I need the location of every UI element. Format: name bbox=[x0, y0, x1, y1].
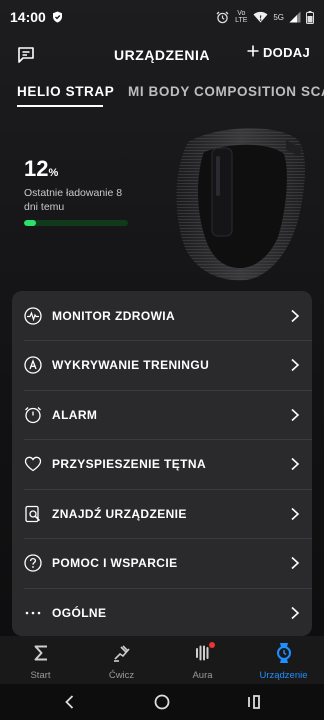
auto-detect-icon bbox=[24, 356, 42, 374]
add-device-button[interactable]: DODAJ bbox=[247, 45, 310, 60]
nav-label: Start bbox=[30, 670, 51, 681]
nav-label: Urządzenie bbox=[259, 670, 308, 681]
menu-item-health-monitor[interactable]: MONITOR ZDROWIA bbox=[12, 291, 312, 341]
nav-item-start[interactable]: Start bbox=[0, 636, 81, 684]
find-device-icon bbox=[24, 505, 42, 523]
menu-item-label: OGÓLNE bbox=[52, 605, 107, 620]
battery-unit: % bbox=[48, 167, 59, 179]
device-settings-card: MONITOR ZDROWIA WYKRYWANIE TRENINGU ALAR… bbox=[12, 291, 312, 636]
battery-value: 12 bbox=[24, 156, 49, 181]
app-header: URZĄDZENIA DODAJ bbox=[0, 38, 324, 72]
feedback-icon[interactable] bbox=[16, 45, 36, 65]
nav-label: Aura bbox=[192, 670, 213, 681]
menu-item-label: POMOC I WSPARCIE bbox=[52, 556, 178, 571]
menu-item-workout-detection[interactable]: WYKRYWANIE TRENINGU bbox=[12, 341, 312, 391]
chevron-right-icon bbox=[290, 556, 300, 570]
bottom-navigation: Start Ćwicz Aura Urządzenie bbox=[0, 636, 324, 684]
signal-label: 5G bbox=[273, 12, 284, 22]
recents-icon[interactable] bbox=[244, 692, 264, 712]
signal-icon bbox=[289, 11, 301, 23]
battery-icon bbox=[306, 10, 314, 24]
heart-icon bbox=[24, 455, 42, 473]
menu-item-general[interactable]: OGÓLNE bbox=[12, 588, 312, 638]
chevron-right-icon bbox=[290, 507, 300, 521]
running-icon bbox=[111, 642, 133, 664]
alarm-clock-icon bbox=[216, 11, 229, 24]
add-device-label: DODAJ bbox=[262, 45, 310, 60]
status-time: 14:00 bbox=[10, 9, 46, 25]
chevron-right-icon bbox=[290, 606, 300, 620]
nav-item-device[interactable]: Urządzenie bbox=[243, 636, 324, 684]
menu-item-label: MONITOR ZDROWIA bbox=[52, 308, 176, 323]
health-monitor-icon bbox=[24, 307, 42, 325]
nav-item-aura[interactable]: Aura bbox=[162, 636, 243, 684]
plus-icon bbox=[247, 45, 259, 60]
active-tab-indicator bbox=[17, 105, 103, 107]
menu-item-label: ALARM bbox=[52, 407, 98, 422]
network-type-label: Vo LTE bbox=[235, 10, 248, 24]
nav-label: Ćwicz bbox=[108, 670, 135, 681]
status-bar: 14:00 Vo LTE 5G bbox=[0, 0, 324, 34]
chevron-right-icon bbox=[290, 309, 300, 323]
tab-helio-strap[interactable]: HELIO STRAP bbox=[17, 84, 114, 99]
chevron-right-icon bbox=[290, 457, 300, 471]
battery-level-fill bbox=[24, 220, 37, 226]
battery-percentage: 12% bbox=[24, 156, 58, 182]
last-charge-text: Ostatnie ładowanie 8 dni temu bbox=[24, 187, 123, 213]
device-tabs: HELIO STRAP MI BODY COMPOSITION SCALE bbox=[0, 80, 324, 110]
alarm-icon bbox=[24, 406, 42, 424]
chevron-right-icon bbox=[290, 358, 300, 372]
helio-strap-image bbox=[160, 122, 310, 282]
menu-item-label: WYKRYWANIE TRENINGU bbox=[52, 358, 210, 373]
system-navigation-bar bbox=[0, 684, 324, 720]
menu-item-alarm[interactable]: ALARM bbox=[12, 390, 312, 440]
menu-item-label: ZNAJDŹ URZĄDZENIE bbox=[52, 506, 187, 521]
notification-badge bbox=[208, 642, 215, 648]
watch-icon bbox=[273, 642, 295, 664]
back-icon[interactable] bbox=[60, 692, 80, 712]
menu-item-label: PRZYSPIESZENIE TĘTNA bbox=[52, 457, 207, 472]
help-icon bbox=[24, 554, 42, 572]
chevron-right-icon bbox=[290, 408, 300, 422]
battery-level-bar bbox=[24, 220, 128, 226]
menu-item-help-support[interactable]: POMOC I WSPARCIE bbox=[12, 539, 312, 589]
menu-item-heart-rate-acceleration[interactable]: PRZYSPIESZENIE TĘTNA bbox=[12, 440, 312, 490]
tab-mi-body-composition-scale[interactable]: MI BODY COMPOSITION SCALE bbox=[128, 84, 324, 99]
more-icon bbox=[24, 604, 42, 622]
menu-item-find-device[interactable]: ZNAJDŹ URZĄDZENIE bbox=[12, 489, 312, 539]
nav-item-workout[interactable]: Ćwicz bbox=[81, 636, 162, 684]
shield-icon bbox=[52, 11, 63, 23]
sigma-icon bbox=[30, 642, 52, 664]
wifi-icon bbox=[253, 11, 268, 23]
home-icon[interactable] bbox=[152, 692, 172, 712]
